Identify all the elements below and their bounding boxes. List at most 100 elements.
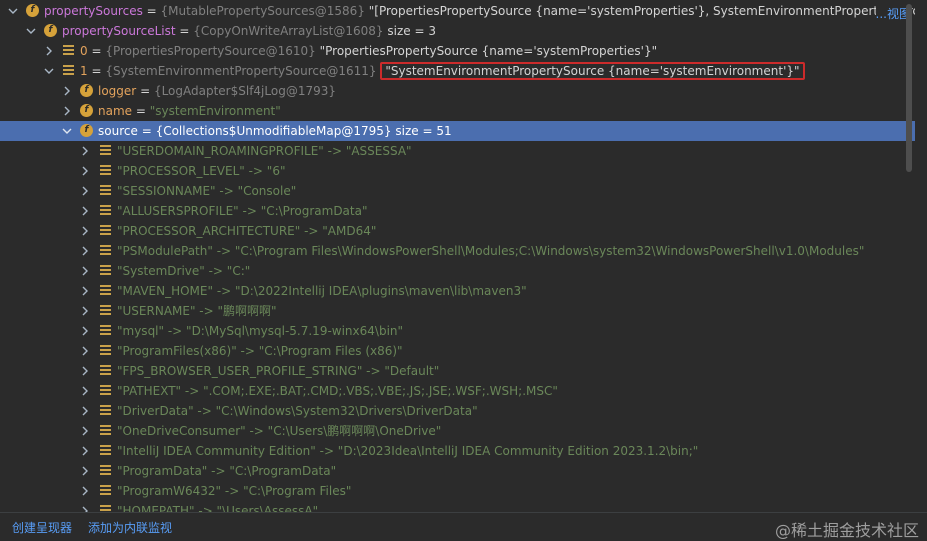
chevron-down-icon[interactable] [8,6,18,16]
map-entry-text: "ALLUSERSPROFILE" -> "C:\ProgramData" [117,204,368,218]
map-entry-row[interactable]: "FPS_BROWSER_USER_PROFILE_STRING" -> "De… [0,361,915,381]
map-entry-row[interactable]: "ProgramFiles(x86)" -> "C:\Program Files… [0,341,915,361]
map-entry-row[interactable]: "SystemDrive" -> "C:" [0,261,915,281]
element-index: 1 [80,64,88,78]
tree-row-property-sources[interactable]: f propertySources = {MutablePropertySour… [0,1,915,24]
chevron-right-icon[interactable] [80,466,90,476]
map-entry-row[interactable]: "mysql" -> "D:\MySql\mysql-5.7.19-winx64… [0,321,915,341]
map-entry-row[interactable]: "PSModulePath" -> "C:\Program Files\Wind… [0,241,915,261]
field-ref: {Collections$UnmodifiableMap@1795} [155,124,392,138]
chevron-right-icon[interactable] [80,326,90,336]
map-entry-icon [100,465,111,476]
map-entry-text: "ProgramFiles(x86)" -> "C:\Program Files… [117,344,403,358]
chevron-right-icon[interactable] [80,186,90,196]
watermark: @稀土掘金技术社区 [774,521,919,540]
chevron-right-icon[interactable] [80,286,90,296]
map-entry-text: "HOMEPATH" -> "\Users\AssessA" [117,504,319,512]
map-entry-icon [100,385,111,396]
chevron-right-icon[interactable] [80,386,90,396]
field-name: propertySources [44,4,143,18]
map-entry-row[interactable]: "MAVEN_HOME" -> "D:\2022Intellij IDEA\pl… [0,281,915,301]
chevron-right-icon[interactable] [80,426,90,436]
field-name: source [98,124,138,138]
field-ref: {LogAdapter$Slf4jLog@1793} [153,84,336,98]
map-entry-icon [100,285,111,296]
field-icon: f [26,4,39,17]
chevron-right-icon[interactable] [80,246,90,256]
map-entry-icon [100,225,111,236]
vertical-scrollbar[interactable] [906,4,912,172]
variables-tree: f propertySources = {MutablePropertySour… [0,0,915,512]
map-entry-icon [100,445,111,456]
tree-row-source[interactable]: f source = {Collections$UnmodifiableMap@… [0,121,915,141]
map-entry-text: "ProgramW6432" -> "C:\Program Files" [117,484,352,498]
chevron-down-icon[interactable] [26,26,36,36]
field-icon: f [80,104,93,117]
map-entry-text: "ProgramData" -> "C:\ProgramData" [117,464,337,478]
map-entry-row[interactable]: "OneDriveConsumer" -> "C:\Users\鹏啊啊啊\One… [0,421,915,441]
tree-row-item-0[interactable]: 0 = {PropertiesPropertySource@1610} "Pro… [0,41,915,61]
chevron-right-icon[interactable] [62,86,72,96]
map-entry-row[interactable]: "ALLUSERSPROFILE" -> "C:\ProgramData" [0,201,915,221]
chevron-right-icon[interactable] [80,366,90,376]
field-icon: f [80,84,93,97]
bottom-toolbar: 创建呈现器 添加为内联监视 @稀土掘金技术社区 [0,512,927,541]
field-icon: f [44,24,57,37]
chevron-down-icon[interactable] [62,126,72,136]
map-entry-text: "SystemDrive" -> "C:" [117,264,251,278]
array-element-icon [63,65,74,76]
tree-row-property-source-list[interactable]: f propertySourceList = {CopyOnWriteArray… [0,21,915,41]
map-entry-row[interactable]: "SESSIONNAME" -> "Console" [0,181,915,201]
map-entry-row[interactable]: "ProgramW6432" -> "C:\Program Files" [0,481,915,501]
element-ref: {SystemEnvironmentPropertySource@1611} [105,64,377,78]
chevron-right-icon[interactable] [80,446,90,456]
field-ref: {CopyOnWriteArrayList@1608} [193,24,384,38]
chevron-right-icon[interactable] [80,306,90,316]
tree-row-logger[interactable]: f logger = {LogAdapter$Slf4jLog@1793} [0,81,915,101]
map-entry-text: "IntelliJ IDEA Community Edition" -> "D:… [117,444,699,458]
chevron-right-icon[interactable] [44,46,54,56]
chevron-down-icon[interactable] [44,66,54,76]
map-entry-icon [100,345,111,356]
map-entry-icon [100,145,111,156]
element-index: 0 [80,44,88,58]
map-entry-row[interactable]: "PROCESSOR_ARCHITECTURE" -> "AMD64" [0,221,915,241]
map-entry-icon [100,325,111,336]
map-entry-row[interactable]: "PROCESSOR_LEVEL" -> "6" [0,161,915,181]
map-entry-row[interactable]: "USERDOMAIN_ROAMINGPROFILE" -> "ASSESSA" [0,141,915,161]
map-entry-row[interactable]: "USERNAME" -> "鹏啊啊啊" [0,301,915,321]
field-name: logger [98,84,137,98]
tree-row-item-1[interactable]: 1 = {SystemEnvironmentPropertySource@161… [0,61,915,81]
map-entry-text: "PSModulePath" -> "C:\Program Files\Wind… [117,244,865,258]
map-entry-row[interactable]: "IntelliJ IDEA Community Edition" -> "D:… [0,441,915,461]
chevron-right-icon[interactable] [80,166,90,176]
map-entry-row[interactable]: "PATHEXT" -> ".COM;.EXE;.BAT;.CMD;.VBS;.… [0,381,915,401]
chevron-right-icon[interactable] [80,266,90,276]
map-entry-text: "USERDOMAIN_ROAMINGPROFILE" -> "ASSESSA" [117,144,412,158]
field-size: size = 3 [387,24,436,38]
map-entry-text: "DriverData" -> "C:\Windows\System32\Dri… [117,404,478,418]
create-renderer-link[interactable]: 创建呈现器 [12,519,72,536]
field-value: "systemEnvironment" [149,104,281,118]
chevron-right-icon[interactable] [80,146,90,156]
chevron-right-icon[interactable] [80,346,90,356]
map-entry-text: "PROCESSOR_ARCHITECTURE" -> "AMD64" [117,224,377,238]
map-entry-text: "FPS_BROWSER_USER_PROFILE_STRING" -> "De… [117,364,440,378]
map-entry-icon [100,365,111,376]
map-entry-text: "SESSIONNAME" -> "Console" [117,184,297,198]
highlighted-value: "SystemEnvironmentPropertySource {name='… [380,62,805,80]
chevron-right-icon[interactable] [80,206,90,216]
chevron-right-icon[interactable] [80,406,90,416]
field-name: propertySourceList [62,24,176,38]
map-entry-row[interactable]: "HOMEPATH" -> "\Users\AssessA" [0,501,915,512]
map-entry-row[interactable]: "DriverData" -> "C:\Windows\System32\Dri… [0,401,915,421]
chevron-right-icon[interactable] [80,486,90,496]
map-entry-row[interactable]: "ProgramData" -> "C:\ProgramData" [0,461,915,481]
chevron-right-icon[interactable] [62,106,72,116]
map-entry-icon [100,165,111,176]
map-entry-icon [100,425,111,436]
chevron-right-icon[interactable] [80,226,90,236]
element-ref: {PropertiesPropertySource@1610} [105,44,316,58]
tree-row-name[interactable]: f name = "systemEnvironment" [0,101,915,121]
add-inline-watch-link[interactable]: 添加为内联监视 [88,519,172,536]
